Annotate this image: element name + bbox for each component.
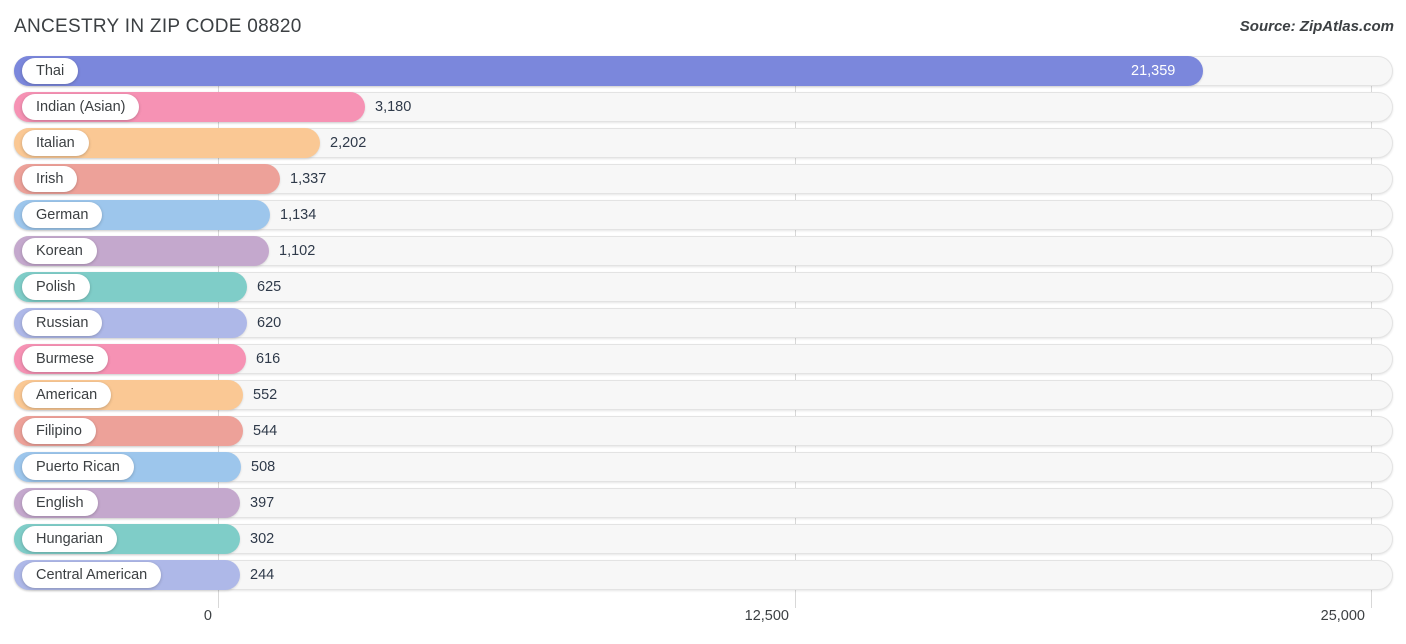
bar-value-label: 1,102: [279, 243, 316, 259]
x-axis: 0 12,500 25,000: [0, 600, 1406, 644]
bar-value-label: 3,180: [375, 99, 412, 115]
bar-category-text: Indian (Asian): [36, 99, 126, 115]
bar-category-label: Central American: [22, 562, 162, 588]
bar-row[interactable]: Puerto Rican 508: [0, 452, 1406, 482]
bar-value-label: 302: [250, 531, 275, 547]
bar-category-label: Italian: [22, 130, 89, 156]
bar-category-label: Korean: [22, 238, 97, 264]
bar-category-text: English: [36, 495, 84, 511]
page-title: ANCESTRY IN ZIP CODE 08820: [14, 16, 302, 37]
bar-row[interactable]: Russian 620: [0, 308, 1406, 338]
x-axis-tick-label: 25,000: [1320, 608, 1365, 624]
bar-value-label: 620: [257, 315, 282, 331]
bar-category-label: Indian (Asian): [22, 94, 140, 120]
bar-category-text: Polish: [36, 279, 76, 295]
bar-value-label: 2,202: [330, 135, 367, 151]
bar-value-label: 616: [256, 351, 281, 367]
bar-rows: Thai 21,359 Indian (Asian) 3,180 Italian 2,20…: [0, 56, 1406, 596]
bar-category-label: Filipino: [22, 418, 96, 444]
bar-value-label: 508: [251, 459, 276, 475]
bar-category-label: American: [22, 382, 112, 408]
bar-row[interactable]: Irish 1,337: [0, 164, 1406, 194]
chart-plot-area: Thai 21,359 Indian (Asian) 3,180 Italian 2,20…: [0, 56, 1406, 608]
bar-value-label: 21,359: [1131, 63, 1176, 79]
bar-row[interactable]: English 397: [0, 488, 1406, 518]
bar-category-text: Filipino: [36, 423, 82, 439]
bar-value-label: 625: [257, 279, 282, 295]
bar-row[interactable]: Indian (Asian) 3,180: [0, 92, 1406, 122]
bar-category-label: Polish: [22, 274, 90, 300]
bar-category-label: Hungarian: [22, 526, 117, 552]
bar-category-label: Thai: [22, 58, 79, 84]
bar-value-label: 1,134: [280, 207, 317, 223]
bar-row[interactable]: Central American 244: [0, 560, 1406, 590]
bar-fill[interactable]: [14, 56, 1203, 86]
x-axis-tick-label: 12,500: [744, 608, 789, 624]
bar-value-label: 544: [253, 423, 278, 439]
bar-category-label: Irish: [22, 166, 78, 192]
bar-row[interactable]: Thai 21,359: [0, 56, 1406, 86]
bar-value-label: 552: [253, 387, 278, 403]
bar-category-text: Puerto Rican: [36, 459, 120, 475]
bar-category-text: Burmese: [36, 351, 95, 367]
bar-row[interactable]: Italian 2,202: [0, 128, 1406, 158]
bar-value-label: 244: [250, 567, 275, 583]
bar-row[interactable]: Polish 625: [0, 272, 1406, 302]
bar-category-text: Russian: [36, 315, 89, 331]
bar-category-label: Burmese: [22, 346, 109, 372]
bar-category-text: Central American: [36, 567, 148, 583]
bar-row[interactable]: Burmese 616: [0, 344, 1406, 374]
bar-row[interactable]: Korean 1,102: [0, 236, 1406, 266]
chart-header: ANCESTRY IN ZIP CODE 08820 Source: ZipAt…: [0, 0, 1406, 56]
source-attribution: Source: ZipAtlas.com: [1239, 18, 1394, 35]
bar-value-label: 1,337: [290, 171, 327, 187]
bar-category-label: German: [22, 202, 103, 228]
bar-category-text: Italian: [36, 135, 75, 151]
bar-row[interactable]: German 1,134: [0, 200, 1406, 230]
bar-category-text: Thai: [36, 63, 65, 79]
bar-category-text: Hungarian: [36, 531, 103, 547]
bar-category-label: English: [22, 490, 98, 516]
bar-category-label: Puerto Rican: [22, 454, 134, 480]
bar-row[interactable]: Filipino 544: [0, 416, 1406, 446]
bar-row[interactable]: Hungarian 302: [0, 524, 1406, 554]
bar-category-text: Korean: [36, 243, 83, 259]
bar-category-text: German: [36, 207, 89, 223]
bar-row[interactable]: American 552: [0, 380, 1406, 410]
bar-category-text: American: [36, 387, 98, 403]
bar-value-label: 397: [250, 495, 275, 511]
x-axis-tick-label: 0: [203, 608, 212, 624]
bar-category-label: Russian: [22, 310, 103, 336]
bar-category-text: Irish: [36, 171, 64, 187]
